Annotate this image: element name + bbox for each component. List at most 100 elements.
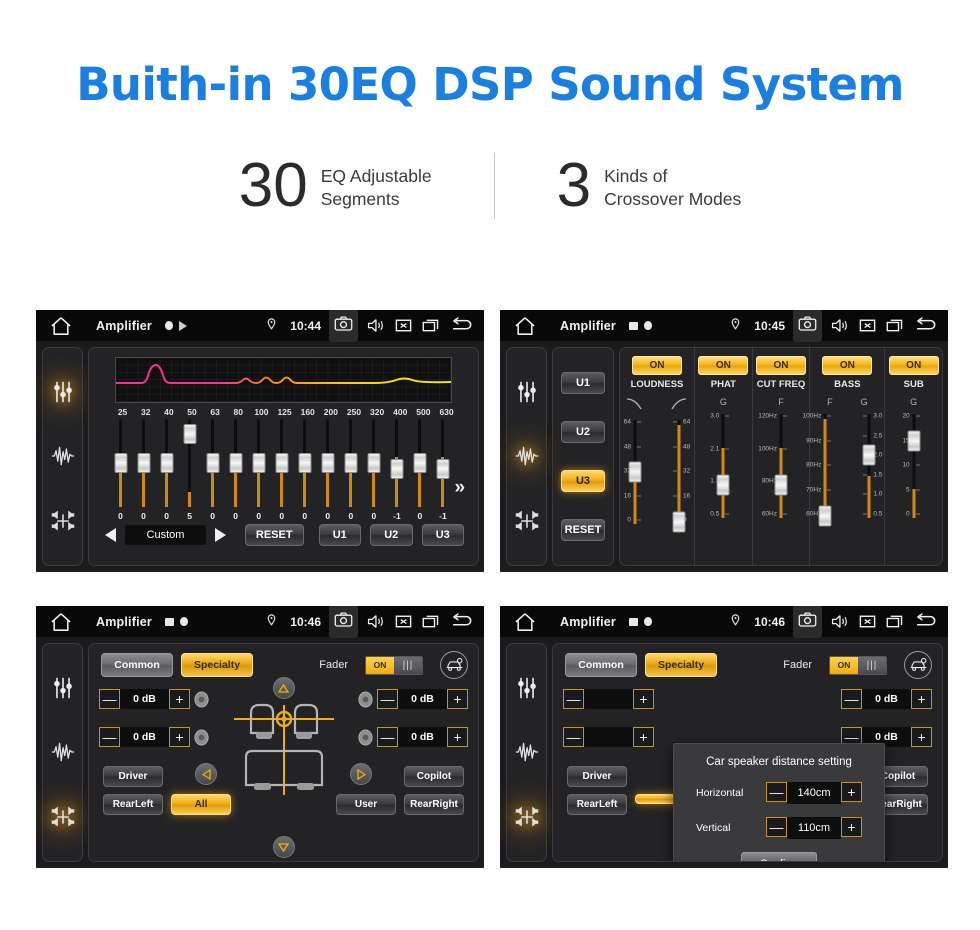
speakers-balance-icon[interactable] — [50, 508, 76, 534]
position-rearright-button[interactable]: RearRight — [404, 794, 464, 815]
increment-button[interactable]: + — [447, 727, 468, 747]
eq-slider-track[interactable] — [275, 419, 289, 507]
preset-u3-button[interactable]: U3 — [421, 524, 465, 546]
car-settings-icon[interactable] — [445, 657, 464, 673]
position-user-button[interactable]: User — [336, 794, 396, 815]
module-toggle[interactable]: ON — [888, 356, 939, 375]
decrement-button[interactable]: — — [99, 689, 120, 709]
triangle-down-icon[interactable] — [278, 842, 289, 852]
position-all-button[interactable]: All — [171, 794, 231, 815]
home-icon[interactable] — [514, 612, 536, 632]
tab-common[interactable]: Common — [101, 653, 173, 677]
module-slider-1[interactable]: 3.0 2.5 2.0 1.5 1.0 0.5 — [854, 410, 884, 522]
eq-slider-thumb[interactable] — [413, 453, 427, 473]
preset-u2-button[interactable]: U2 — [370, 524, 413, 546]
position-driver-button[interactable]: Driver — [567, 766, 627, 787]
increment-button[interactable]: + — [633, 727, 654, 747]
module-toggle[interactable]: ON — [632, 356, 682, 375]
nav-up-button[interactable] — [272, 677, 295, 699]
slider-thumb[interactable] — [716, 474, 730, 496]
slider-thumb[interactable] — [774, 474, 788, 496]
camera-icon[interactable] — [334, 610, 353, 629]
module-toggle[interactable]: ON — [822, 356, 873, 375]
module-slider-0[interactable]: 120Hz 100Hz 80Hz 60Hz — [758, 410, 796, 522]
decrement-button[interactable]: — — [766, 817, 787, 837]
eq-band-320[interactable]: 0 — [362, 419, 385, 521]
triangle-left-icon[interactable] — [201, 768, 211, 780]
camera-icon[interactable] — [334, 314, 353, 333]
home-icon[interactable] — [50, 316, 72, 336]
slider-track[interactable] — [677, 420, 681, 524]
car-settings-button[interactable] — [440, 651, 468, 679]
eq-slider-track[interactable] — [183, 419, 197, 507]
eq-slider-thumb[interactable] — [275, 453, 289, 473]
reset-button[interactable]: RESET — [245, 524, 304, 546]
eq-slider-track[interactable] — [413, 419, 427, 507]
increment-button[interactable]: + — [169, 727, 190, 747]
close-box-icon[interactable] — [858, 612, 877, 631]
module-slider-0[interactable]: 3.0 2.1 1.3 0.5 — [708, 410, 738, 522]
eq-slider-thumb[interactable] — [252, 453, 266, 473]
nav-left-button[interactable] — [195, 763, 217, 785]
fader-toggle-on[interactable]: ON — [366, 656, 394, 674]
tab-specialty[interactable]: Specialty — [181, 653, 253, 677]
decrement-button[interactable]: — — [563, 727, 584, 747]
position-driver-button[interactable]: Driver — [103, 766, 163, 787]
eq-band-160[interactable]: 0 — [293, 419, 316, 521]
user-preset-u3-button[interactable]: U3 — [561, 469, 605, 492]
volume-icon[interactable] — [366, 316, 385, 335]
eq-slider-track[interactable] — [229, 419, 243, 507]
increment-button[interactable]: + — [911, 689, 932, 709]
slider-thumb[interactable] — [672, 511, 686, 533]
fader-toggle-on[interactable]: ON — [830, 656, 858, 674]
slider-track[interactable] — [779, 414, 783, 518]
decrement-button[interactable]: — — [766, 782, 787, 802]
eq-band-40[interactable]: 0 — [155, 419, 178, 521]
slider-track[interactable] — [823, 414, 827, 518]
waveform-icon[interactable] — [50, 443, 76, 469]
increment-button[interactable]: + — [169, 689, 190, 709]
slider-track[interactable] — [721, 414, 725, 518]
slider-thumb[interactable] — [818, 505, 832, 527]
preset-display[interactable]: Custom — [125, 525, 206, 545]
increment-button[interactable]: + — [841, 782, 862, 802]
fader-toggle-handle[interactable]: ||| — [858, 656, 886, 674]
eq-slider-track[interactable] — [344, 419, 358, 507]
home-icon[interactable] — [50, 612, 72, 632]
car-settings-icon[interactable] — [909, 657, 928, 673]
fader-toggle-handle[interactable]: ||| — [394, 656, 422, 674]
eq-band-500[interactable]: 0 — [408, 419, 431, 521]
module-toggle[interactable]: ON — [698, 356, 749, 375]
eq-sliders-icon[interactable] — [50, 379, 76, 405]
eq-slider-track[interactable] — [137, 419, 151, 507]
eq-slider-thumb[interactable] — [344, 453, 358, 473]
user-preset-u2-button[interactable]: U2 — [561, 421, 605, 444]
eq-slider-thumb[interactable] — [206, 453, 220, 473]
volume-icon[interactable] — [366, 612, 385, 631]
eq-band-400[interactable]: -1 — [385, 419, 408, 521]
camera-button[interactable] — [793, 310, 822, 342]
position-rearleft-button[interactable]: RearLeft — [103, 794, 163, 815]
volume-icon[interactable] — [830, 612, 849, 631]
camera-button[interactable] — [329, 606, 358, 638]
eq-slider-thumb[interactable] — [367, 453, 381, 473]
decrement-button[interactable]: — — [99, 727, 120, 747]
eq-slider-thumb[interactable] — [229, 453, 243, 473]
preset-next-button[interactable] — [215, 528, 226, 542]
eq-slider-thumb[interactable] — [390, 458, 404, 479]
eq-slider-track[interactable] — [160, 419, 174, 507]
decrement-button[interactable]: — — [377, 727, 398, 747]
triangle-up-icon[interactable] — [278, 683, 289, 693]
eq-band-80[interactable]: 0 — [224, 419, 247, 521]
back-arrow-icon[interactable] — [914, 316, 938, 335]
eq-slider-track[interactable] — [206, 419, 220, 507]
back-arrow-icon[interactable] — [450, 316, 474, 335]
recents-icon[interactable] — [886, 316, 905, 335]
eq-band-100[interactable]: 0 — [247, 419, 270, 521]
eq-band-125[interactable]: 0 — [270, 419, 293, 521]
close-box-icon[interactable] — [394, 612, 413, 631]
increment-button[interactable]: + — [633, 689, 654, 709]
eq-slider-thumb[interactable] — [436, 458, 450, 479]
eq-sliders-icon[interactable] — [514, 379, 540, 405]
module-toggle[interactable]: ON — [756, 356, 806, 375]
